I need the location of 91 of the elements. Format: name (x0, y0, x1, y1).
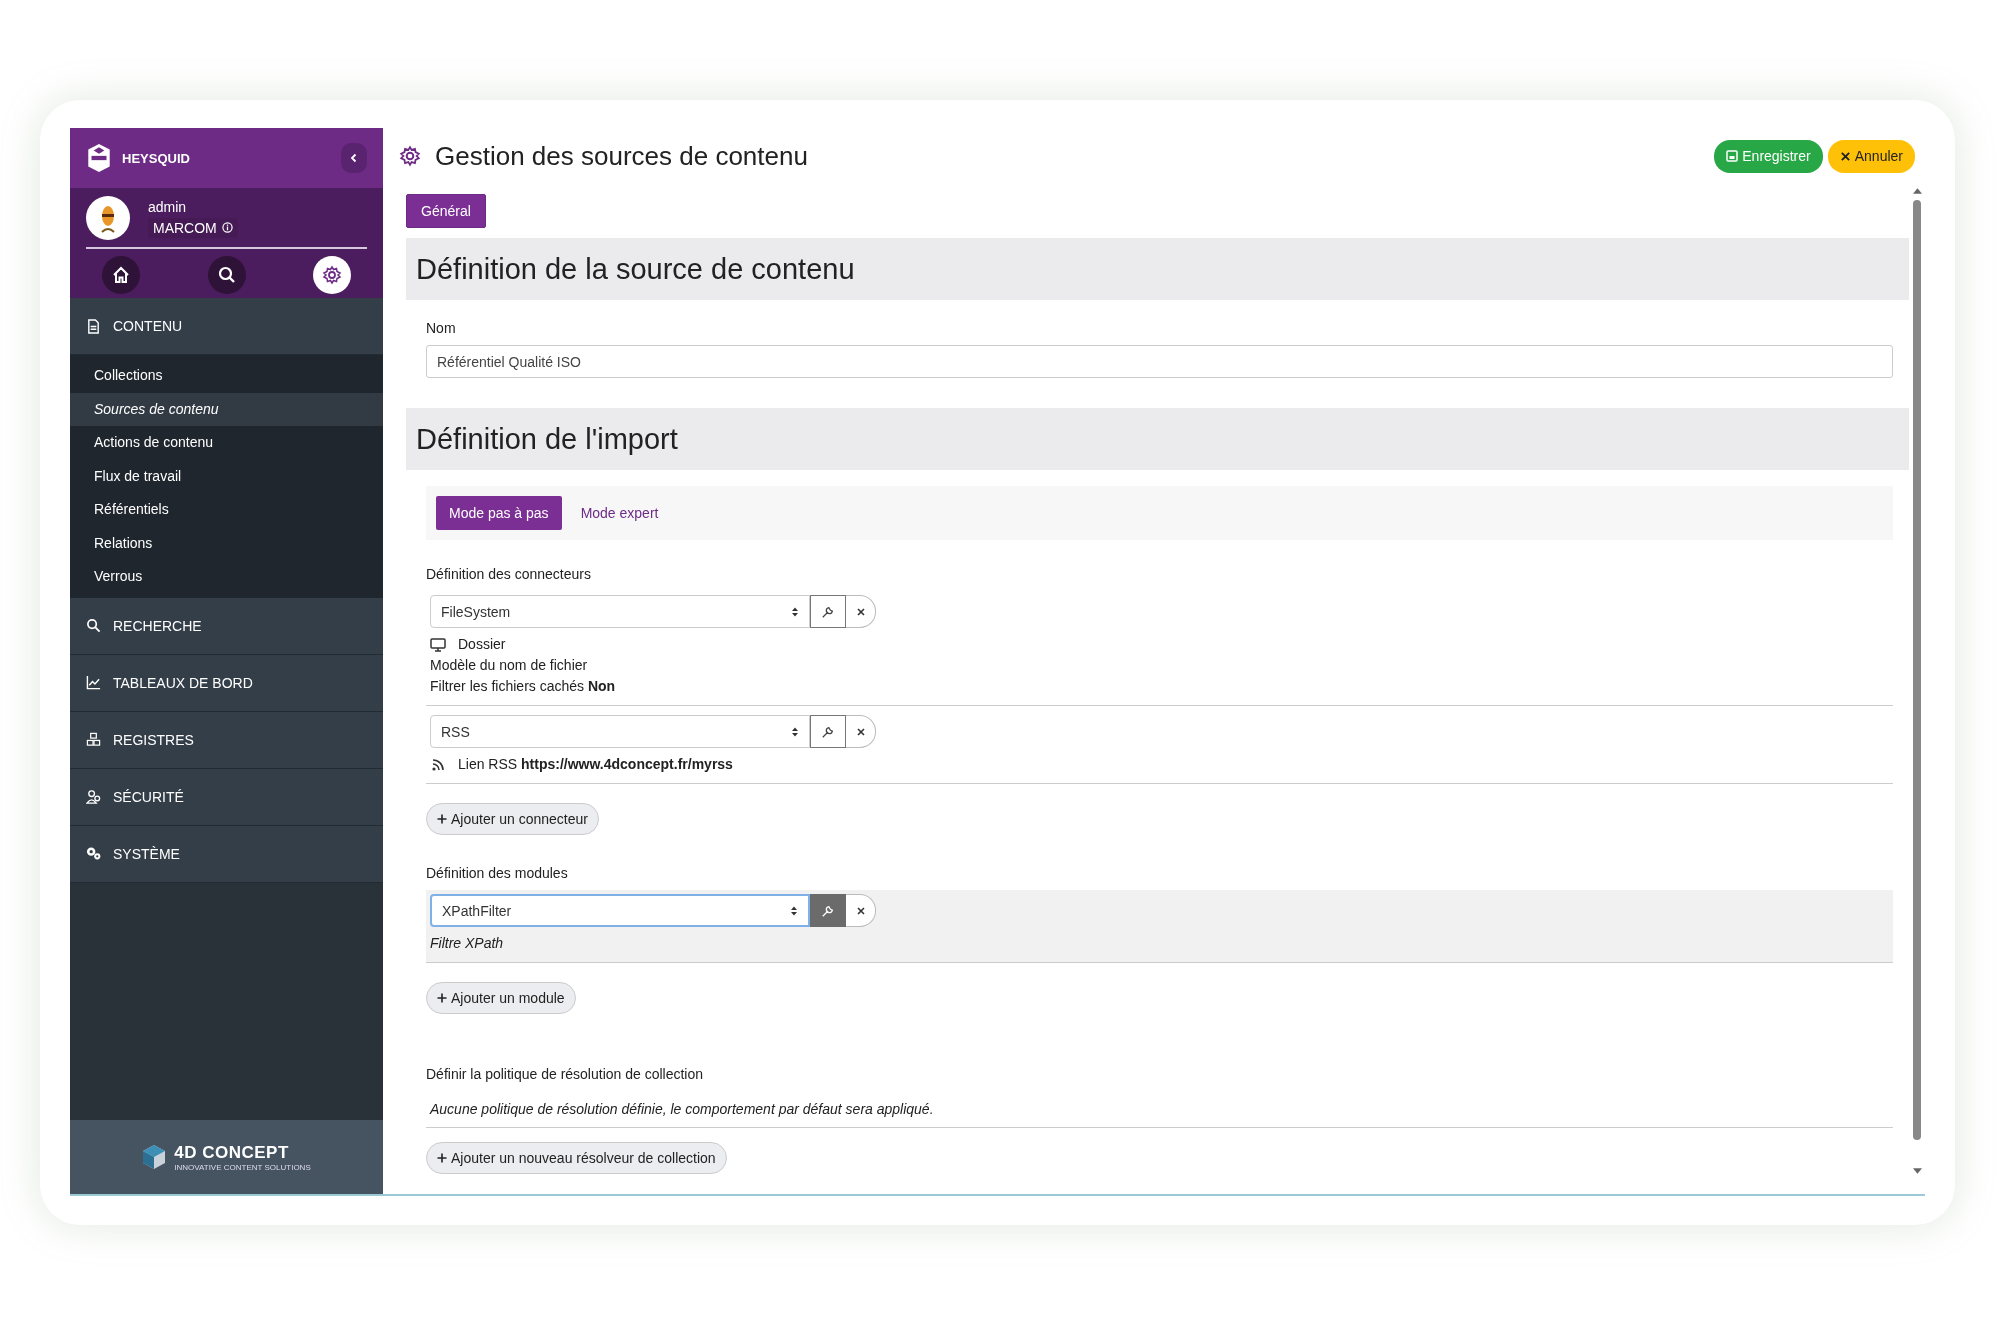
section-heading: Définition de l'import (406, 408, 1909, 470)
settings-button[interactable] (313, 256, 351, 294)
empty-note: Aucune politique de résolution définie, le comportement par défaut sera appliqué. (426, 1091, 1893, 1128)
monitor-icon (430, 637, 446, 652)
group-label: Définition des connecteurs (426, 566, 591, 582)
cube-icon (142, 1144, 167, 1170)
chevron-left-icon (349, 153, 359, 163)
menu-item[interactable]: Verrous (70, 560, 383, 594)
configure-button[interactable] (810, 595, 846, 628)
section-label: CONTENU (113, 318, 183, 334)
group-label: Définir la politique de résolution de collection (426, 1066, 704, 1082)
company-logo-text: 4D CONCEPT (174, 1142, 290, 1163)
menu-item[interactable]: Collections (70, 359, 383, 393)
detail-text: Filtrer les fichiers cachés Non (430, 677, 616, 696)
settings-icon (399, 145, 421, 167)
menu-section[interactable]: TABLEAUX DE BORD (70, 654, 383, 712)
menu-section[interactable]: SYSTÈME (70, 825, 383, 883)
section-label: TABLEAUX DE BORD (113, 674, 253, 691)
collapse-button[interactable] (341, 143, 367, 173)
section-label: RECHERCHE (113, 617, 202, 634)
wrench-icon (821, 604, 835, 619)
search-icon (216, 265, 237, 285)
section-label: SYSTÈME (113, 845, 180, 862)
menu-section[interactable]: SÉCURITÉ (70, 768, 383, 826)
search-button[interactable] (207, 256, 246, 294)
section-label: REGISTRES (113, 731, 194, 748)
user-group[interactable]: MARCOM (148, 217, 238, 238)
user-name: admin (148, 198, 188, 215)
sort-caret-icon (790, 904, 798, 917)
add-button[interactable]: Ajouter un module (426, 982, 576, 1014)
menu-item[interactable]: Relations (70, 526, 383, 560)
group-label: Définition des modules (426, 865, 568, 881)
detail-text: Lien RSS https://www.4dconcept.fr/myrss (458, 755, 733, 774)
add-button[interactable]: Ajouter un connecteur (426, 803, 599, 835)
users-icon (86, 789, 101, 804)
name-input[interactable]: Référentiel Qualité ISO (426, 345, 1893, 378)
remove-button[interactable] (846, 894, 876, 927)
select-field[interactable]: FileSystem (430, 595, 810, 628)
close-icon (855, 905, 866, 916)
detail-text: Filtre XPath (430, 934, 504, 953)
logo-icon (86, 143, 112, 173)
settings-icon (322, 265, 342, 285)
chart-icon (86, 675, 101, 690)
menu-section[interactable]: REGISTRES (70, 711, 383, 769)
mode-tab[interactable]: Mode expert (567, 496, 672, 530)
plus-icon (437, 814, 447, 824)
menu-item[interactable]: Actions de contenu (70, 426, 383, 460)
close-icon (855, 606, 866, 617)
avatar-icon (86, 196, 130, 240)
sort-caret-icon (791, 725, 799, 738)
menu-section[interactable]: RECHERCHE (70, 597, 383, 655)
add-button[interactable]: Ajouter un nouveau résolveur de collection (426, 1142, 727, 1174)
close-icon (855, 726, 866, 737)
configure-button[interactable] (810, 894, 846, 927)
select-field[interactable]: RSS (430, 715, 810, 748)
page-title: Gestion des sources de contenu (435, 140, 809, 172)
cancel-button[interactable]: Annuler (1827, 139, 1915, 173)
gears-icon (86, 846, 101, 861)
search-icon (86, 618, 101, 633)
remove-button[interactable] (846, 595, 876, 628)
wrench-icon (821, 724, 835, 739)
detail-text: Dossier (458, 635, 506, 654)
brand-name: HEYSQUID (122, 150, 191, 166)
scroll-up-icon[interactable] (1912, 188, 1922, 194)
menu-item[interactable]: Référentiels (70, 493, 383, 527)
menu-section[interactable]: CONTENU (70, 298, 383, 355)
home-icon (111, 265, 131, 285)
wrench-icon (821, 903, 835, 918)
home-button[interactable] (102, 256, 140, 294)
mode-tab[interactable]: Mode pas à pas (436, 496, 562, 530)
close-icon (1839, 150, 1851, 162)
cubes-icon (86, 732, 101, 747)
menu-item[interactable]: Sources de contenu (70, 392, 383, 426)
plus-icon (437, 1153, 447, 1163)
section-heading: Définition de la source de contenu (406, 238, 1909, 300)
company-tagline: INNOVATIVE CONTENT SOLUTIONS (174, 1162, 311, 1172)
plus-icon (437, 993, 447, 1003)
field-label: Nom (426, 320, 456, 336)
save-icon (1726, 150, 1739, 162)
menu-item[interactable]: Flux de travail (70, 459, 383, 493)
scroll-down-icon[interactable] (1912, 1168, 1922, 1174)
remove-button[interactable] (846, 715, 876, 748)
document-icon (86, 318, 101, 334)
rss-icon (430, 757, 446, 772)
detail-text: Modèle du nom de fichier (430, 656, 588, 675)
section-label: SÉCURITÉ (113, 788, 184, 805)
select-field[interactable]: XPathFilter (430, 894, 810, 927)
info-icon (221, 222, 233, 233)
sort-caret-icon (791, 605, 799, 618)
tab[interactable]: Général (406, 194, 486, 228)
configure-button[interactable] (810, 715, 846, 748)
